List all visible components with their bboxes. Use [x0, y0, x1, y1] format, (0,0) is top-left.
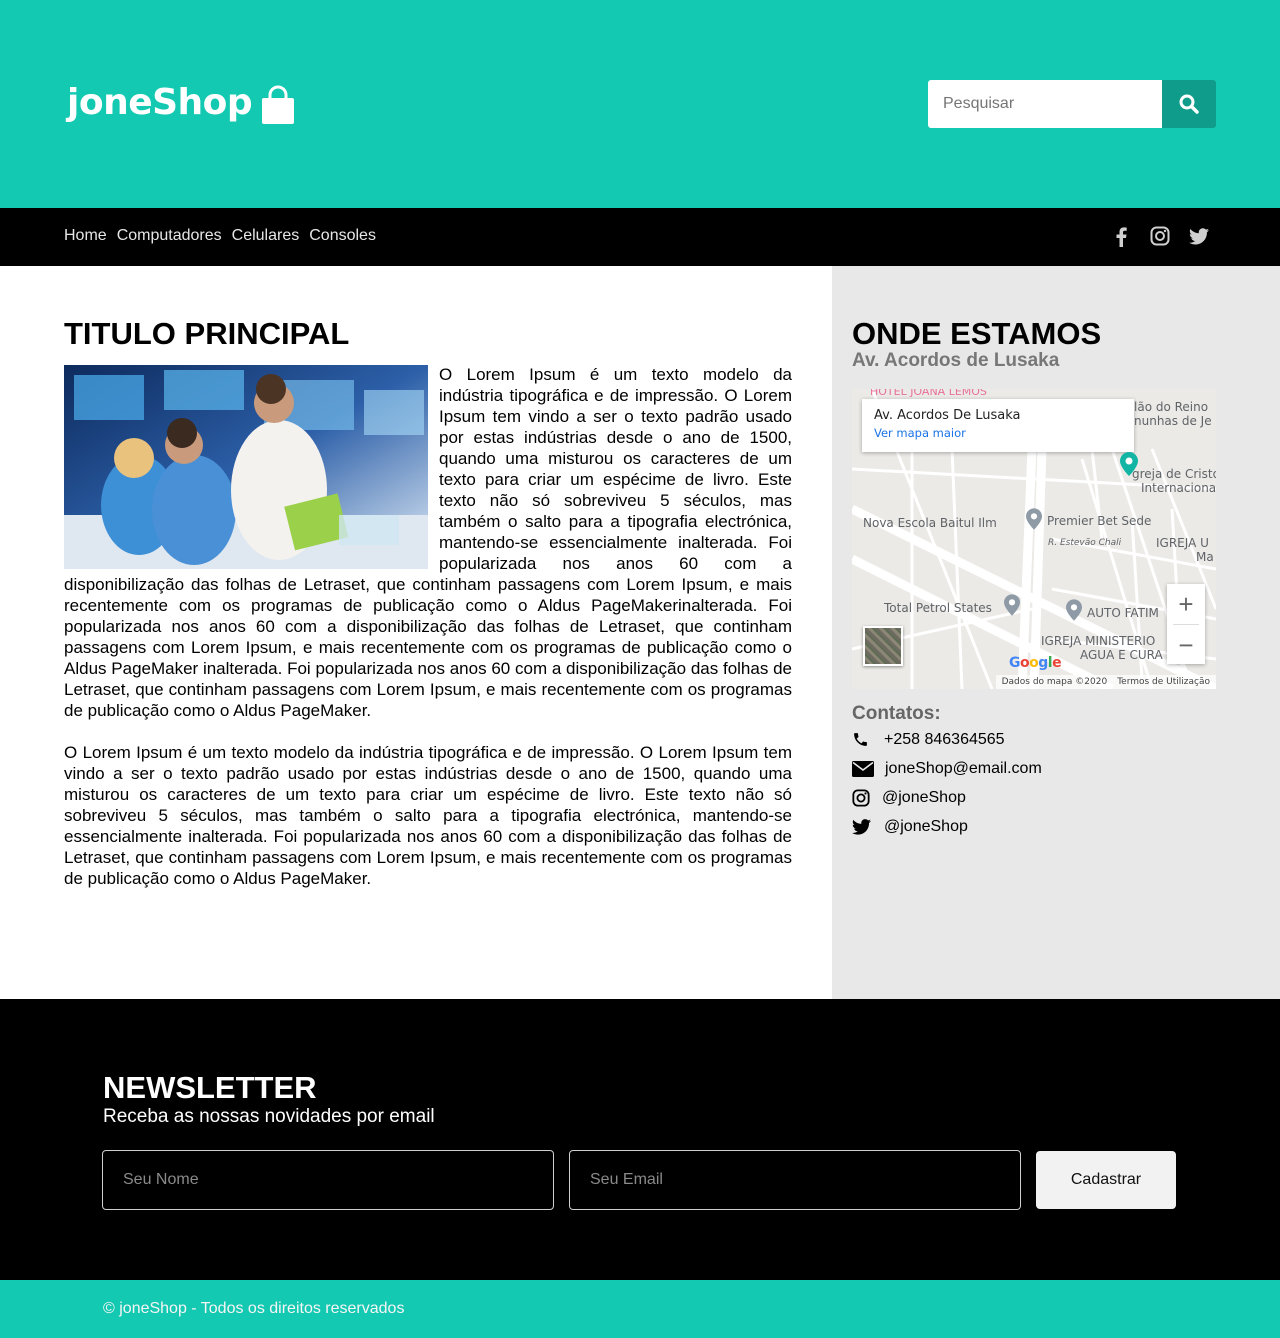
google-logo: Google — [1009, 655, 1062, 671]
store-photo — [64, 365, 428, 569]
google-map[interactable]: Av. Acordos De Lusaka Ver mapa maior HOT… — [852, 389, 1216, 689]
newsletter-name-input[interactable] — [102, 1150, 554, 1210]
map-pin-icon — [1026, 508, 1042, 530]
main-content: TITULO PRINCIPAL O Lorem Ipsum é um text… — [64, 266, 792, 889]
search-button[interactable] — [1162, 80, 1216, 128]
newsletter-email-input[interactable] — [569, 1150, 1021, 1210]
map-label: nunhas de Je — [1134, 414, 1212, 428]
map-info-card: Av. Acordos De Lusaka Ver mapa maior — [862, 399, 1134, 452]
logo[interactable]: joneShop — [67, 82, 295, 124]
contact-twitter: @joneShop — [852, 812, 1216, 841]
contacts-title: Contatos: — [852, 703, 941, 724]
nav-link-computadores[interactable]: Computadores — [117, 227, 222, 245]
map-label: AUTO FATIM — [1087, 606, 1159, 620]
map-label: Total Petrol States — [884, 601, 992, 615]
map-terms-link[interactable]: Termos de Utilização — [1117, 677, 1210, 687]
contact-instagram: @joneShop — [852, 783, 1216, 812]
map-label: R. Estevão Chali — [1048, 538, 1122, 548]
nav-link-home[interactable]: Home — [64, 227, 107, 245]
map-label: IGREJA MINISTERIO — [1041, 634, 1156, 648]
site-header: joneShop — [0, 0, 1280, 208]
page-title: TITULO PRINCIPAL — [64, 316, 350, 351]
map-label: AGUA E CURA — [1080, 648, 1163, 662]
contact-instagram-text[interactable]: @joneShop — [882, 789, 966, 807]
contact-email-text[interactable]: joneShop@email.com — [885, 760, 1042, 778]
view-larger-map-link[interactable]: Ver mapa maior — [874, 426, 1122, 440]
instagram-icon — [852, 788, 870, 807]
map-label: greja de Cristo — [1132, 467, 1216, 481]
twitter-icon — [852, 818, 871, 835]
location-title: ONDE ESTAMOS — [852, 316, 1102, 351]
map-zoom-controls: + − — [1167, 584, 1205, 664]
logo-text: joneShop — [67, 82, 253, 123]
facebook-icon — [1116, 226, 1127, 247]
newsletter-section: NEWSLETTER Receba as nossas novidades po… — [0, 999, 1280, 1280]
contact-email: joneShop@email.com — [852, 754, 1216, 783]
map-label: Nova Escola Baitul Ilm — [863, 516, 997, 530]
location-address: Av. Acordos de Lusaka — [852, 350, 1060, 371]
map-label: Premier Bet Sede — [1047, 514, 1152, 528]
nav-links: Home Computadores Celulares Consoles — [64, 227, 386, 245]
map-label: Internaciona — [1141, 481, 1216, 495]
instagram-link[interactable] — [1149, 225, 1171, 247]
envelope-icon — [852, 760, 874, 777]
article-body: O Lorem Ipsum é um texto modelo da indús… — [64, 364, 792, 889]
social-links — [1110, 225, 1210, 247]
map-card-title: Av. Acordos De Lusaka — [874, 408, 1021, 423]
newsletter-subtitle: Receba as nossas novidades por email — [103, 1106, 435, 1127]
nav-link-consoles[interactable]: Consoles — [309, 227, 376, 245]
map-data-credit: Dados do mapa ©2020 — [1001, 677, 1108, 687]
article-paragraph-2: O Lorem Ipsum é um texto modelo da indús… — [64, 743, 792, 888]
site-footer: © joneShop - Todos os direitos reservado… — [0, 1280, 1280, 1338]
newsletter-title: NEWSLETTER — [103, 1070, 317, 1105]
map-label: lão do Reino — [1134, 400, 1209, 414]
search-icon — [1179, 94, 1199, 114]
instagram-icon — [1150, 226, 1170, 246]
map-pin-icon — [1066, 599, 1082, 621]
map-pin-icon — [1004, 594, 1020, 616]
copyright-text: © joneShop - Todos os direitos reservado… — [103, 1300, 405, 1317]
twitter-icon — [1189, 227, 1209, 244]
satellite-toggle[interactable] — [863, 626, 903, 666]
zoom-out-button[interactable]: − — [1167, 625, 1205, 665]
map-label: Ma — [1196, 550, 1214, 564]
main-nav: Home Computadores Celulares Consoles — [0, 208, 1280, 266]
map-label: HOTEL JOANA LEMOS — [870, 389, 987, 398]
search-bar — [928, 80, 1216, 128]
phone-icon — [854, 733, 867, 746]
facebook-link[interactable] — [1110, 225, 1132, 247]
map-label: IGREJA U — [1156, 536, 1209, 550]
contact-phone-text: +258 846364565 — [884, 730, 1005, 748]
location-sidebar: ONDE ESTAMOS Av. Acordos de Lusaka Av. A… — [832, 266, 1280, 999]
map-pin-icon — [1120, 452, 1138, 476]
contact-phone: +258 846364565 — [852, 725, 1216, 754]
zoom-in-button[interactable]: + — [1167, 584, 1205, 624]
search-input[interactable] — [928, 80, 1162, 128]
newsletter-submit-button[interactable]: Cadastrar — [1036, 1151, 1176, 1209]
twitter-link[interactable] — [1188, 225, 1210, 247]
contact-twitter-text[interactable]: @joneShop — [884, 818, 968, 836]
map-attribution: Dados do mapa ©2020 Termos de Utilização — [995, 675, 1216, 689]
shopping-bag-icon — [262, 85, 295, 124]
nav-link-celulares[interactable]: Celulares — [232, 227, 300, 245]
